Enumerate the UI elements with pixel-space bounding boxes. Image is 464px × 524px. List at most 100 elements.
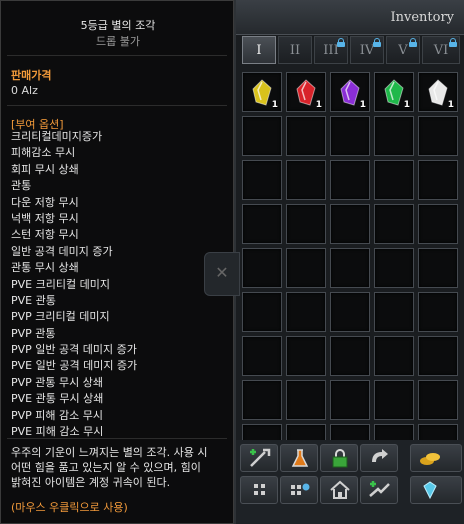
tab-5[interactable]: V [386, 36, 420, 64]
inventory-slot[interactable] [418, 204, 458, 244]
inventory-slot[interactable] [374, 116, 414, 156]
option-item: PVE 관통 [11, 293, 56, 307]
potion-button[interactable] [280, 444, 318, 472]
inventory-slot[interactable]: 1 [374, 72, 414, 112]
inventory-slot[interactable] [242, 204, 282, 244]
currency-button[interactable] [410, 444, 462, 472]
inventory-slot[interactable]: 1 [418, 72, 458, 112]
gem-diamond-icon [423, 481, 437, 500]
inventory-slot[interactable] [374, 204, 414, 244]
grid-icon [254, 484, 265, 495]
tab-3[interactable]: III [314, 36, 348, 64]
lock-icon [332, 449, 348, 468]
inventory-slot[interactable] [418, 292, 458, 332]
inventory-slot[interactable] [330, 160, 370, 200]
tab-label: I [256, 43, 262, 58]
inventory-slot[interactable] [374, 248, 414, 288]
inventory-window: ✕ Inventory I II III IV V VI 1 1 1 1 1 [204, 0, 464, 524]
inventory-slot[interactable] [330, 292, 370, 332]
item-quantity: 1 [447, 100, 454, 110]
option-item: 피해감소 무시 [11, 146, 76, 160]
item-description: 우주의 기운이 느껴지는 별의 조각. 사용 시 어떤 힘을 품고 있는지 알 … [11, 445, 233, 490]
inventory-slot[interactable]: 1 [286, 72, 326, 112]
option-item: 일반 공격 데미지 증가 [11, 244, 113, 258]
sort-button[interactable] [280, 476, 318, 504]
tab-1[interactable]: I [242, 36, 276, 64]
inventory-slot[interactable] [242, 248, 282, 288]
inventory-slot[interactable] [418, 380, 458, 420]
option-item: PVP 크리티컬 데미지 [11, 310, 110, 324]
upgrade-button[interactable] [360, 476, 398, 504]
inventory-slot[interactable] [286, 204, 326, 244]
item-quantity: 1 [403, 100, 410, 110]
inventory-slot[interactable] [286, 116, 326, 156]
inventory-slot[interactable] [330, 336, 370, 376]
inventory-slot[interactable] [418, 336, 458, 376]
inventory-slot[interactable] [330, 380, 370, 420]
lock-inventory-button[interactable] [320, 444, 358, 472]
option-item: 다운 저항 무시 [11, 195, 79, 209]
collapse-tooltip-button[interactable]: ✕ [204, 252, 240, 296]
option-item: 관통 [11, 179, 32, 193]
transfer-button[interactable] [360, 444, 398, 472]
option-item: PVP 관통 무시 상쇄 [11, 375, 104, 389]
tab-2[interactable]: II [278, 36, 312, 64]
repair-button[interactable] [240, 444, 278, 472]
item-tooltip: 5등급 별의 조각 드롭 불가 판매가격 0 Alz [부여 옵션] 크리티컬데… [0, 0, 234, 524]
price-label: 판매가격 [11, 69, 52, 82]
inventory-header[interactable]: Inventory [236, 0, 464, 35]
description-line: 밝혀진 아이템은 계정 귀속이 된다. [11, 476, 171, 489]
inventory-slot[interactable] [374, 292, 414, 332]
inventory-slot[interactable] [330, 204, 370, 244]
inventory-slot[interactable] [418, 160, 458, 200]
inventory-slot[interactable] [286, 380, 326, 420]
option-item: PVE 일반 공격 데미지 증가 [11, 359, 138, 373]
description-line: 어떤 힘을 품고 있는지 알 수 있으며, 힘이 [11, 461, 201, 474]
grid-view-button[interactable] [240, 476, 278, 504]
inventory-slot[interactable] [242, 160, 282, 200]
tab-label: VI [433, 43, 449, 58]
inventory-slot[interactable] [374, 160, 414, 200]
inventory-slot[interactable] [286, 248, 326, 288]
inventory-slot[interactable] [330, 248, 370, 288]
sort-gear-icon [291, 483, 310, 495]
inventory-slot[interactable] [374, 380, 414, 420]
tab-4[interactable]: IV [350, 36, 384, 64]
divider [7, 55, 227, 56]
potion-flask-icon [291, 449, 309, 467]
item-quantity: 1 [315, 100, 322, 110]
price-value: 0 Alz [11, 84, 38, 97]
inventory-slot[interactable] [286, 292, 326, 332]
item-bind-status: 드롭 불가 [96, 35, 140, 48]
inventory-slot[interactable] [242, 336, 282, 376]
inventory-slot[interactable] [242, 292, 282, 332]
inventory-slot[interactable] [374, 336, 414, 376]
cash-button[interactable] [410, 476, 462, 504]
option-item: PVP 관통 [11, 326, 56, 340]
inventory-slot[interactable] [286, 160, 326, 200]
lock-icon [409, 38, 417, 47]
inventory-slot[interactable] [418, 248, 458, 288]
divider [7, 438, 227, 439]
wing-arrow-icon [369, 481, 390, 497]
inventory-slot[interactable] [286, 336, 326, 376]
option-item: PVP 일반 공격 데미지 증가 [11, 343, 137, 357]
inventory-title: Inventory [390, 10, 454, 25]
house-icon [330, 480, 350, 499]
inventory-slot[interactable] [242, 116, 282, 156]
inventory-slot[interactable]: 1 [242, 72, 282, 112]
arrow-cycle-icon [372, 449, 388, 462]
option-item: PVE 크리티컬 데미지 [11, 277, 110, 291]
option-item: PVP 피해 감소 무시 [11, 408, 104, 422]
tab-label: V [398, 43, 408, 58]
inventory-slot[interactable]: 1 [330, 72, 370, 112]
lock-icon [373, 38, 381, 47]
inventory-slot[interactable] [418, 116, 458, 156]
warehouse-button[interactable] [320, 476, 358, 504]
tab-6[interactable]: VI [422, 36, 460, 64]
option-list: 크리티컬데미지증가 피해감소 무시 회피 무시 상쇄 관통 다운 저항 무시 넉… [11, 129, 137, 440]
item-name: 5등급 별의 조각 [80, 19, 156, 32]
item-quantity: 1 [359, 100, 366, 110]
inventory-slot[interactable] [330, 116, 370, 156]
inventory-slot[interactable] [242, 380, 282, 420]
